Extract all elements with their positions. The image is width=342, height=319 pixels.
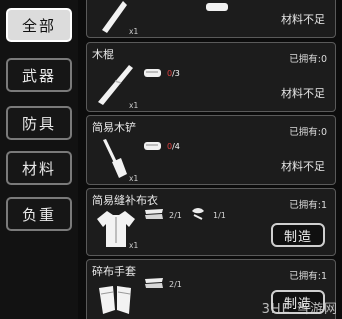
cloth-icon (145, 209, 163, 219)
status-insufficient-materials: 材料不足 (281, 13, 325, 26)
cloth-gloves-icon (99, 286, 131, 314)
recipe-card[interactable]: 木棍 已拥有:0 x1 0/3 材料不足 (86, 42, 336, 112)
category-sidebar: 全部 武器 防具 材料 负重 (0, 0, 78, 319)
site-watermark: 3HE 当游网 (261, 302, 338, 317)
wood-log-icon (206, 3, 228, 11)
item-quantity: x1 (129, 27, 139, 36)
weapon-club-icon (102, 1, 127, 33)
recipe-title: 简易缝补布衣 (92, 194, 158, 207)
wooden-shovel-icon (103, 139, 127, 178)
recipe-card: x1 材料不足 (86, 0, 336, 38)
tab-materials[interactable]: 材料 (6, 151, 72, 185)
material-count: 2/1 (169, 280, 182, 289)
recipe-title: 木棍 (92, 48, 114, 61)
tab-weight[interactable]: 负重 (6, 197, 72, 231)
thread-icon (192, 208, 204, 220)
item-quantity: x1 (129, 101, 139, 110)
wood-log-icon (144, 69, 161, 77)
cloth-icon (145, 278, 163, 288)
material-count: 1/1 (213, 211, 226, 220)
tab-all[interactable]: 全部 (6, 8, 72, 42)
recipe-list[interactable]: x1 材料不足 木棍 已拥有:0 x1 0/3 材料不足 简易木铲 已拥有:0 … (84, 0, 342, 319)
owned-count: 已拥有:1 (289, 200, 327, 211)
material-need-count: /4 (172, 142, 180, 151)
recipe-card[interactable]: 简易木铲 已拥有:0 x1 0/4 材料不足 (86, 115, 336, 185)
owned-count: 已拥有:1 (289, 271, 327, 282)
tab-armor[interactable]: 防具 (6, 106, 72, 140)
recipe-card[interactable]: 简易缝补布衣 已拥有:1 x1 2/1 1/1 制造 (86, 188, 336, 256)
recipe-title: 碎布手套 (92, 265, 136, 278)
material-need-count: /3 (172, 69, 180, 78)
craft-button[interactable]: 制造 (271, 223, 325, 247)
recipe-title: 简易木铲 (92, 121, 136, 134)
tab-weapons[interactable]: 武器 (6, 58, 72, 92)
item-quantity: x1 (129, 241, 139, 250)
wood-log-icon (144, 142, 161, 150)
owned-count: 已拥有:0 (289, 54, 327, 65)
material-count: 2/1 (169, 211, 182, 220)
owned-count: 已拥有:0 (289, 127, 327, 138)
status-insufficient-materials: 材料不足 (281, 160, 325, 173)
item-quantity: x1 (129, 174, 139, 183)
status-insufficient-materials: 材料不足 (281, 87, 325, 100)
